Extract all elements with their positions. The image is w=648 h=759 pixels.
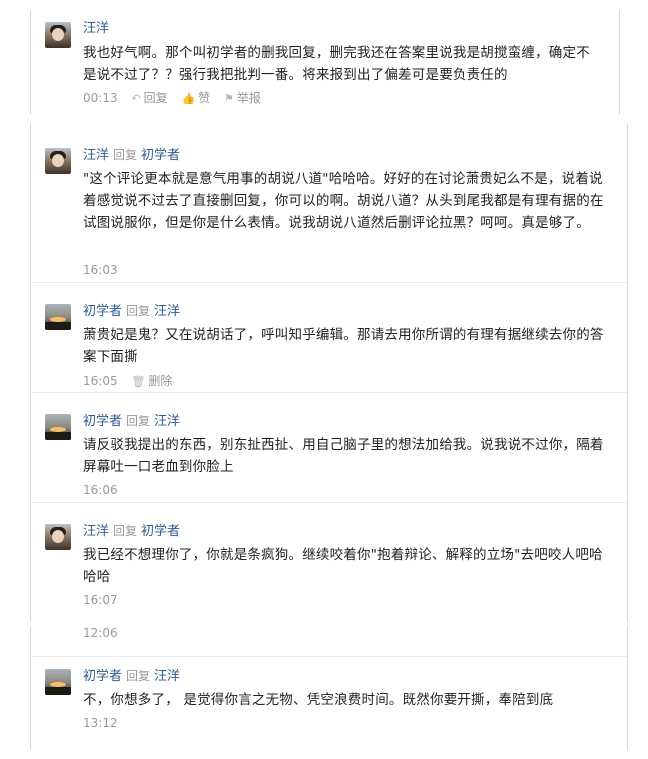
reply-target[interactable]: 初学者 xyxy=(141,148,180,163)
reply-word: 回复 xyxy=(113,524,138,538)
author-name[interactable]: 初学者 xyxy=(83,414,122,429)
comment-time: 16:03 xyxy=(83,263,118,277)
like-label: 赞 xyxy=(198,91,211,105)
reply-icon: ↶ xyxy=(131,92,141,105)
comment-body: 我也好气啊。那个叫初学者的删我回复，删完我还在答案里说我是胡搅蛮缠，确定不是说不… xyxy=(83,45,590,83)
comment-meta: 初学者 回复 汪洋 xyxy=(83,302,180,321)
avatar[interactable] xyxy=(45,22,71,48)
comment-item: 初学者 回复 汪洋 萧贵妃是鬼？又在说胡话了，呼叫知乎编辑。那请去用你所谓的有理有据… xyxy=(31,292,627,393)
comment-footer: 00:13 ↶ 回复 👍 赞 ⚑ 举报 xyxy=(83,90,261,107)
comment-time: 16:07 xyxy=(83,593,118,607)
reply-word: 回复 xyxy=(126,414,151,428)
avatar[interactable] xyxy=(45,524,71,550)
comment-meta: 初学者 回复 汪洋 xyxy=(83,667,180,686)
comment-item: 汪洋 我也好气啊。那个叫初学者的删我回复，删完我还在答案里说我是胡搅蛮缠，确定不… xyxy=(31,10,619,114)
comment-panel-middle: 汪洋 回复 初学者 "这个评论更本就是意气用事的胡说八道"哈哈哈。好好的在讨论萧贵妃… xyxy=(30,124,628,622)
comment-meta: 汪洋 xyxy=(83,20,109,38)
report-button[interactable]: ⚑ 举报 xyxy=(224,91,261,105)
comment-meta: 汪洋 回复 初学者 xyxy=(83,522,180,541)
like-button[interactable]: 👍 赞 xyxy=(181,91,210,105)
comment-body: 我已经不想理你了，你就是条疯狗。继续咬着你"抱着辩论、解释的立场"去吧咬人吧哈哈… xyxy=(83,547,603,585)
comment-time: 16:05 xyxy=(83,374,118,388)
comment-body: 萧贵妃是鬼？又在说胡话了，呼叫知乎编辑。那请去用你所谓的有理有据继续去你的答案下… xyxy=(83,327,604,365)
avatar[interactable] xyxy=(45,304,71,330)
comment-footer: 16:03 xyxy=(83,262,118,278)
comment-footer: 13:12 xyxy=(83,715,118,731)
avatar[interactable] xyxy=(45,148,71,174)
comment-body: "这个评论更本就是意气用事的胡说八道"哈哈哈。好好的在讨论萧贵妃么不是，说着说着… xyxy=(83,171,604,231)
comment-body: 不，你想多了， 是觉得你言之无物、凭空浪费时间。既然你要开撕，奉陪到底 xyxy=(83,692,554,708)
comment-time: 16:06 xyxy=(83,483,118,497)
comment-time-partial: 12:06 xyxy=(83,626,118,640)
thumbs-up-icon: 👍 xyxy=(181,92,196,105)
reply-word: 回复 xyxy=(126,304,151,318)
reply-label: 回复 xyxy=(143,91,168,105)
author-name[interactable]: 汪洋 xyxy=(83,21,109,36)
trash-icon: 🗑 xyxy=(131,375,146,388)
comment-item: 汪洋 回复 初学者 我已经不想理你了，你就是条疯狗。继续咬着你"抱着辩论、解释的立场… xyxy=(31,512,627,612)
comment-meta: 汪洋 回复 初学者 xyxy=(83,146,180,165)
reply-word: 回复 xyxy=(126,669,151,683)
reply-target[interactable]: 汪洋 xyxy=(154,669,180,684)
reply-button[interactable]: ↶ 回复 xyxy=(131,91,167,105)
comment-item: 汪洋 回复 初学者 "这个评论更本就是意气用事的胡说八道"哈哈哈。好好的在讨论萧贵妃… xyxy=(31,136,627,283)
reply-target[interactable]: 汪洋 xyxy=(154,304,180,319)
avatar[interactable] xyxy=(45,414,71,440)
avatar[interactable] xyxy=(45,669,71,695)
comment-footer: 16:05 🗑 删除 xyxy=(83,373,172,390)
author-name[interactable]: 汪洋 xyxy=(83,524,109,539)
flag-icon: ⚑ xyxy=(224,92,234,105)
comment-body: 请反驳我提出的东西，别东扯西扯、用自己脑子里的想法加给我。说我说不过你，隔着屏幕… xyxy=(83,437,604,475)
delete-button[interactable]: 🗑 删除 xyxy=(131,374,172,388)
comment-item: 初学者 回复 汪洋 请反驳我提出的东西，别东扯西扯、用自己脑子里的想法加给我。说我说… xyxy=(31,402,627,503)
comment-footer: 16:07 xyxy=(83,592,118,608)
comment-panel-bottom: 12:06 初学者 回复 汪洋 不，你想多了， 是觉得你言之无物、凭空浪费时间。既然… xyxy=(30,626,628,750)
author-name[interactable]: 初学者 xyxy=(83,669,122,684)
delete-label: 删除 xyxy=(148,374,173,388)
comment-time: 13:12 xyxy=(83,716,118,730)
report-label: 举报 xyxy=(236,91,261,105)
reply-target[interactable]: 初学者 xyxy=(141,524,180,539)
reply-target[interactable]: 汪洋 xyxy=(154,414,180,429)
comment-footer: 16:06 xyxy=(83,482,118,498)
author-name[interactable]: 初学者 xyxy=(83,304,122,319)
reply-word: 回复 xyxy=(113,148,138,162)
comment-item: 初学者 回复 汪洋 不，你想多了， 是觉得你言之无物、凭空浪费时间。既然你要开撕，奉… xyxy=(31,656,627,747)
comment-time: 00:13 xyxy=(83,91,118,105)
comment-meta: 初学者 回复 汪洋 xyxy=(83,412,180,431)
comment-panel-top: 汪洋 我也好气啊。那个叫初学者的删我回复，删完我还在答案里说我是胡搅蛮缠，确定不… xyxy=(30,10,620,114)
author-name[interactable]: 汪洋 xyxy=(83,148,109,163)
